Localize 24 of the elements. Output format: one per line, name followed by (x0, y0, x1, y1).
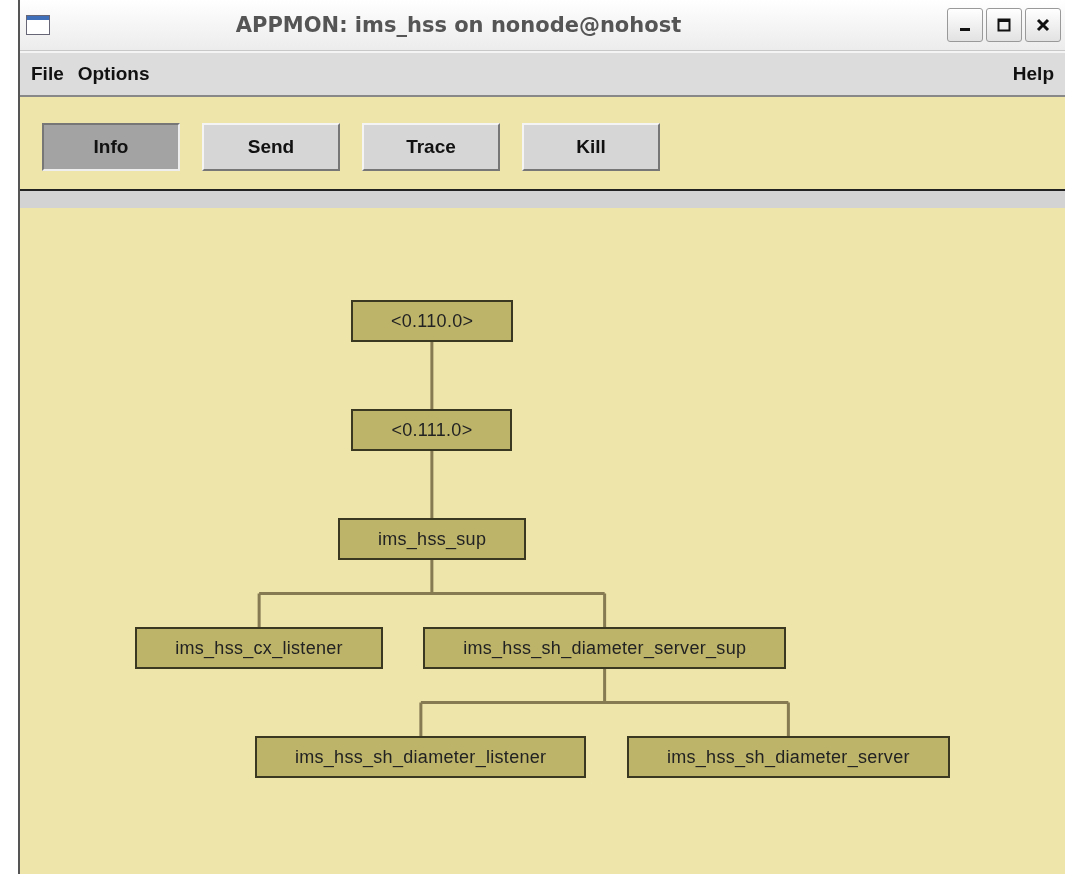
toolbar-button[interactable]: Kill (522, 123, 660, 171)
process-node[interactable]: ims_hss_sh_diameter_listener (254, 736, 587, 778)
minimize-button[interactable] (947, 8, 983, 42)
menu-item[interactable]: Options (72, 59, 155, 89)
toolbar-button[interactable]: Trace (362, 123, 500, 171)
process-node[interactable]: ims_hss_sup (337, 518, 527, 560)
menu-item[interactable]: Help (1007, 59, 1059, 89)
toolbar-button[interactable]: Info (42, 123, 180, 171)
process-node[interactable]: ims_hss_sh_diameter_server (626, 736, 950, 778)
maximize-button[interactable] (986, 8, 1022, 42)
close-icon (1036, 18, 1050, 32)
window-title: APPMON: ims_hss on nonode@nohost (234, 13, 683, 37)
close-button[interactable] (1025, 8, 1061, 42)
process-node[interactable]: ims_hss_cx_listener (135, 627, 383, 669)
process-node[interactable]: ims_hss_sh_diameter_server_sup (423, 627, 787, 669)
maximize-icon (997, 18, 1011, 32)
toolbar-button[interactable]: Send (202, 123, 340, 171)
tree-connector (430, 342, 434, 409)
process-node[interactable]: <0.110.0> (350, 300, 514, 342)
window-icon[interactable] (26, 15, 50, 35)
minimize-icon (960, 28, 970, 31)
tree-connector (430, 451, 434, 518)
menu-item[interactable]: File (26, 59, 69, 89)
process-node[interactable]: <0.111.0> (351, 409, 513, 451)
